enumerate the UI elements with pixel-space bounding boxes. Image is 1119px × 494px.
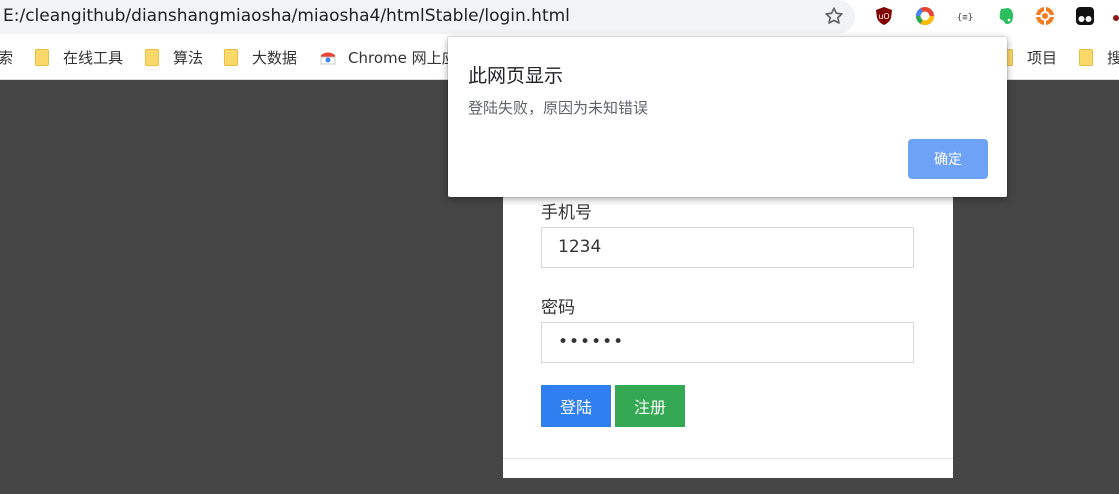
- url-text[interactable]: E:/cleangithub/dianshangmiaosha/miaosha4…: [3, 6, 570, 26]
- ublock-icon[interactable]: uO: [874, 6, 894, 26]
- bookmark-label: 在线工具: [63, 48, 124, 67]
- password-label: 密码: [541, 298, 575, 318]
- bookmark-item[interactable]: 算法: [145, 46, 203, 68]
- bookmark-label: Chrome 网上应: [348, 48, 457, 67]
- tampermonkey-icon[interactable]: [1075, 6, 1095, 26]
- folder-icon: [224, 48, 238, 66]
- bookmark-label: 搜: [1107, 48, 1119, 67]
- more-extension-icon[interactable]: [1112, 6, 1119, 26]
- register-button[interactable]: 注册: [615, 385, 685, 427]
- chrome-store-icon: [320, 52, 336, 65]
- bookmark-item[interactable]: 索: [0, 46, 13, 68]
- phone-label: 手机号: [541, 203, 592, 223]
- password-input[interactable]: ••••••: [541, 322, 914, 363]
- folder-icon: [1079, 48, 1093, 66]
- folder-icon: [145, 48, 159, 66]
- dialog-message: 登陆失败，原因为未知错误: [468, 99, 649, 117]
- dialog-title: 此网页显示: [468, 65, 564, 87]
- alert-dialog: 此网页显示 登陆失败，原因为未知错误 确定: [448, 37, 1007, 197]
- bookmark-label: 大数据: [252, 48, 298, 67]
- login-button[interactable]: 登陆: [541, 385, 611, 427]
- phone-input[interactable]: 1234: [541, 227, 914, 268]
- bookmark-label: 项目: [1027, 48, 1058, 67]
- star-icon[interactable]: [823, 5, 845, 27]
- svg-text:{≡}: {≡}: [957, 13, 973, 23]
- bookmark-item[interactable]: Chrome 网上应: [320, 46, 457, 68]
- browser-window: E:/cleangithub/dianshangmiaosha/miaosha4…: [0, 0, 1119, 494]
- json-icon[interactable]: {≡}: [955, 6, 975, 26]
- bookmark-item[interactable]: 搜: [1079, 46, 1119, 68]
- bookmark-item[interactable]: 项目: [999, 46, 1057, 68]
- bookmark-label: 算法: [173, 48, 204, 67]
- bookmark-item[interactable]: 大数据: [224, 46, 297, 68]
- evernote-icon[interactable]: [996, 6, 1016, 26]
- bookmark-label: 索: [0, 48, 14, 67]
- svg-text:uO: uO: [878, 12, 889, 21]
- orange-extension-icon[interactable]: [1035, 6, 1055, 26]
- card-divider: [503, 458, 953, 459]
- folder-icon: [35, 48, 49, 66]
- address-bar[interactable]: E:/cleangithub/dianshangmiaosha/miaosha4…: [0, 0, 855, 34]
- bookmark-item[interactable]: 在线工具: [35, 46, 123, 68]
- chrome-color-icon[interactable]: [915, 6, 935, 26]
- ok-button[interactable]: 确定: [908, 139, 988, 179]
- browser-toolbar: E:/cleangithub/dianshangmiaosha/miaosha4…: [0, 0, 1119, 36]
